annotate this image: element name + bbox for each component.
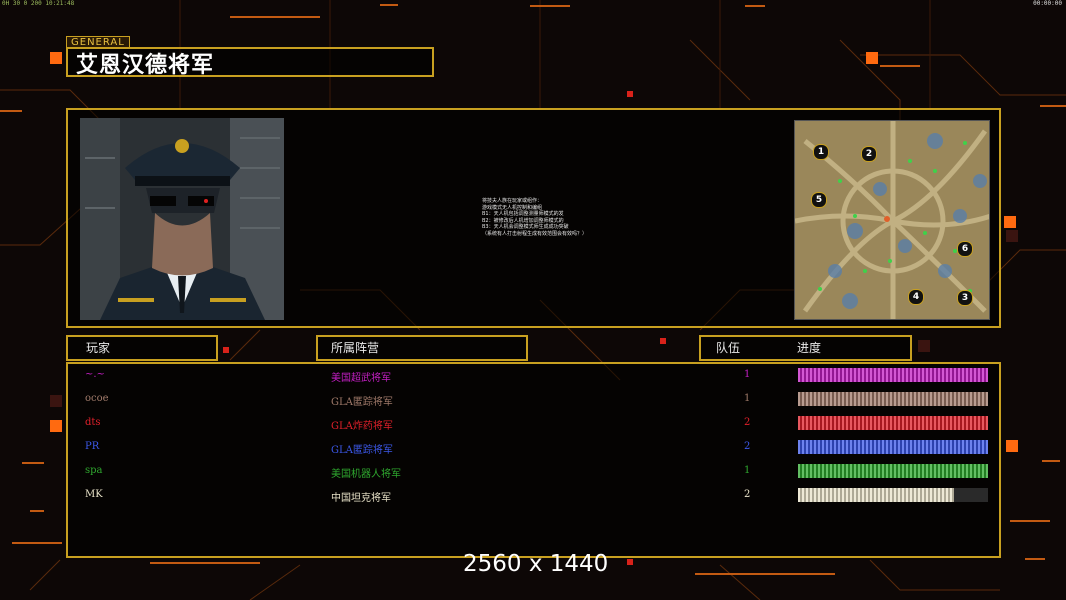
header-team-label: 队伍 bbox=[716, 341, 741, 355]
player-team: 1 bbox=[744, 369, 751, 380]
player-row: MK 中国坦克将军 2 bbox=[0, 483, 1066, 507]
hud-square bbox=[1006, 230, 1018, 242]
player-name: PR bbox=[85, 441, 100, 452]
player-team: 1 bbox=[744, 465, 751, 476]
general-portrait bbox=[80, 118, 284, 320]
progress-bar bbox=[798, 440, 988, 454]
general-description: 将技夫人族在玩家或组作： 游戏模式无人机控制和编组 B1：天人机包括调整测量师模… bbox=[482, 198, 632, 237]
player-row: spa 美国机器人将军 1 bbox=[0, 459, 1066, 483]
header-faction-label: 所属阵营 bbox=[331, 341, 380, 355]
general-name: 艾恩汉德将军 bbox=[76, 53, 215, 78]
spawn-label: 5 bbox=[811, 192, 827, 208]
general-name-box: 艾恩汉德将军 bbox=[66, 47, 434, 78]
player-row: ocoe GLA匿踪将军 1 bbox=[0, 387, 1066, 411]
progress-bar-fill bbox=[798, 488, 954, 502]
progress-bar-fill bbox=[798, 440, 988, 454]
spawn-label: 6 bbox=[957, 241, 973, 257]
hud-line bbox=[0, 110, 22, 112]
header-team-progress: 队伍 进度 bbox=[699, 335, 912, 361]
hud-line bbox=[1025, 558, 1045, 560]
player-row: PR GLA匿踪将军 2 bbox=[0, 435, 1066, 459]
spawn-label: 2 bbox=[861, 146, 877, 162]
player-name: dts bbox=[85, 417, 101, 428]
spawn-marker: 2 bbox=[861, 141, 877, 162]
progress-bar bbox=[798, 488, 988, 502]
minimap: 1 2 3 4 5 6 bbox=[794, 120, 990, 320]
player-team: 2 bbox=[744, 441, 751, 452]
hud-line bbox=[880, 65, 920, 67]
hud-line bbox=[150, 562, 260, 564]
hud-line bbox=[695, 573, 835, 575]
spawn-marker: 3 bbox=[957, 285, 973, 306]
player-name: MK bbox=[85, 489, 103, 500]
resolution-label: 2560 x 1440 bbox=[463, 551, 609, 577]
header-progress-label: 进度 bbox=[797, 341, 822, 355]
hud-line bbox=[530, 5, 570, 7]
hud-stats: 0H 30 0 200 10:21:48 bbox=[2, 0, 75, 7]
player-faction: GLA炸药将军 bbox=[331, 421, 393, 432]
header-faction: 所属阵营 bbox=[316, 335, 528, 361]
progress-bar bbox=[798, 368, 988, 382]
hud-line bbox=[745, 5, 765, 7]
progress-bar bbox=[798, 416, 988, 430]
player-faction: GLA匿踪将军 bbox=[331, 445, 393, 456]
spawn-label: 1 bbox=[813, 144, 829, 160]
player-faction: 美国超武将军 bbox=[331, 373, 391, 384]
hud-square bbox=[50, 52, 62, 64]
player-team: 1 bbox=[744, 393, 751, 404]
spawn-marker: 4 bbox=[908, 284, 924, 305]
hud-square bbox=[918, 340, 930, 352]
hud-line bbox=[1040, 105, 1066, 107]
player-faction: 美国机器人将军 bbox=[331, 469, 401, 480]
spawn-label: 3 bbox=[957, 290, 973, 306]
spawn-label: 4 bbox=[908, 289, 924, 305]
hud-line bbox=[380, 4, 398, 6]
player-row: dts GLA炸药将军 2 bbox=[0, 411, 1066, 435]
player-team: 2 bbox=[744, 489, 751, 500]
hud-square bbox=[223, 347, 229, 353]
hud-line bbox=[12, 542, 62, 544]
header-player-label: 玩家 bbox=[86, 341, 111, 355]
player-faction: GLA匿踪将军 bbox=[331, 397, 393, 408]
progress-bar-fill bbox=[798, 464, 988, 478]
player-team: 2 bbox=[744, 417, 751, 428]
hud-square bbox=[660, 338, 666, 344]
description-line: （系统有人打击射程生成有效范围会有效吗？） bbox=[482, 230, 588, 237]
player-faction: 中国坦克将军 bbox=[331, 493, 391, 504]
player-name: ~.~ bbox=[85, 369, 105, 380]
player-row: ~.~ 美国超武将军 1 bbox=[0, 363, 1066, 387]
hud-line bbox=[1010, 520, 1050, 522]
player-name: spa bbox=[85, 465, 103, 476]
spawn-marker: 5 bbox=[811, 187, 827, 208]
hud-square bbox=[627, 559, 633, 565]
spawn-marker: 1 bbox=[813, 139, 829, 160]
progress-bar bbox=[798, 464, 988, 478]
hud-line bbox=[230, 16, 320, 18]
progress-bar-fill bbox=[798, 368, 988, 382]
hud-line bbox=[30, 510, 44, 512]
spawn-marker: 6 bbox=[957, 236, 973, 257]
hud-square bbox=[627, 91, 633, 97]
hud-clock: 00:00:00 bbox=[1033, 0, 1062, 7]
progress-bar-fill bbox=[798, 392, 988, 406]
hud-square bbox=[866, 52, 878, 64]
hud-square bbox=[1004, 216, 1016, 228]
progress-bar-fill bbox=[798, 416, 988, 430]
player-name: ocoe bbox=[85, 393, 109, 404]
progress-bar bbox=[798, 392, 988, 406]
header-player: 玩家 bbox=[66, 335, 218, 361]
